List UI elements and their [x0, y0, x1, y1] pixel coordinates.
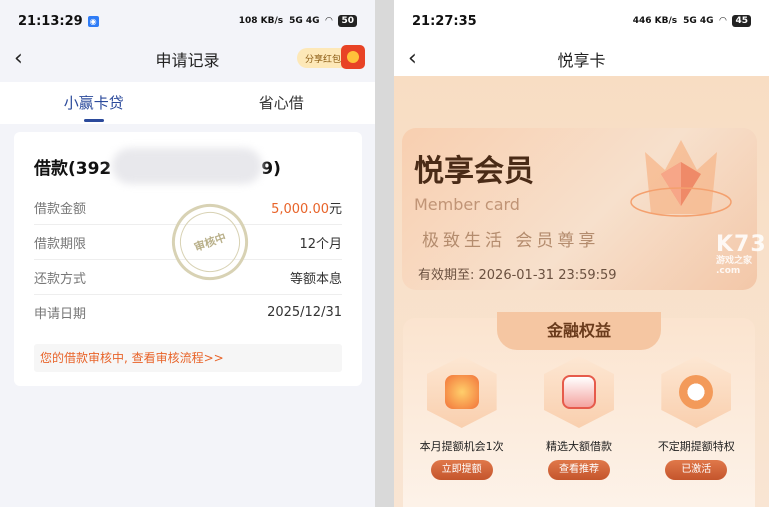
battery-icon: 45	[732, 15, 751, 27]
raise-limit-button[interactable]: 立即提额	[430, 460, 493, 480]
tab-shengxin-loan[interactable]: 省心借	[188, 82, 376, 124]
site-watermark: K73 游戏之家 .com	[716, 232, 767, 276]
benefit-label: 本月提额机会1次	[419, 440, 504, 453]
benefits-list: 本月提额机会1次 立即提额 精选大额借款 查看推荐 不定期提额特权 已激活	[403, 356, 755, 480]
gift-box-icon	[561, 375, 596, 409]
alarm-clock-icon	[679, 375, 714, 409]
benefit-label: 精选大额借款	[545, 440, 612, 453]
loan-records-screen: 21:13:29 ◉ 108 KB/s 5G 4G ◠ 50 ‹ 申请记录 分享…	[0, 0, 375, 507]
wifi-icon: ◠	[325, 16, 333, 26]
status-time: 21:27:35	[412, 13, 477, 29]
nav-bar: ‹ 悦享卡	[394, 42, 769, 76]
loan-title-prefix: 借款(392	[34, 159, 112, 179]
back-arrow-icon[interactable]: ‹	[14, 46, 23, 71]
member-card-screen: 21:27:35 446 KB/s 5G 4G ◠ 45 ‹ 悦享卡 悦享会员 …	[394, 0, 769, 507]
app-notification-icon: ◉	[87, 15, 99, 27]
detail-label: 借款金额	[34, 201, 87, 217]
back-arrow-icon[interactable]: ‹	[408, 46, 417, 71]
panel-title: 金融权益	[497, 312, 661, 350]
detail-label: 借款期限	[34, 236, 87, 252]
review-status-link[interactable]: 您的借款审核中, 查看审核流程>>	[34, 344, 342, 372]
member-title: 悦享会员	[414, 154, 534, 189]
status-time: 21:13:29	[18, 13, 83, 29]
network-type: 5G 4G	[289, 16, 320, 26]
loan-title-suffix: 9)	[261, 159, 281, 179]
financial-benefits-panel: 金融权益 本月提额机会1次 立即提额 精选大额借款 查看推荐 不定期提额特权 已…	[403, 312, 755, 507]
network-speed: 108 KB/s	[238, 16, 284, 26]
activated-button[interactable]: 已激活	[665, 460, 728, 480]
status-bar: 21:13:29 ◉ 108 KB/s 5G 4G ◠ 50	[0, 0, 375, 42]
member-slogan: 极致生活 会员尊享	[422, 231, 600, 251]
page-title: 悦享卡	[557, 51, 606, 70]
detail-label: 申请日期	[34, 307, 87, 322]
wifi-icon: ◠	[719, 16, 727, 26]
benefit-label: 不定期提额特权	[657, 440, 735, 453]
benefit-item-limit-increase: 本月提额机会1次 立即提额	[412, 356, 512, 480]
page-title: 申请记录	[155, 51, 220, 70]
share-red-packet-button[interactable]: 分享红包	[296, 45, 365, 69]
network-speed: 446 KB/s	[632, 16, 678, 26]
red-envelope-icon	[341, 45, 365, 69]
battery-icon: 50	[338, 15, 357, 27]
member-subtitle: Member card	[414, 195, 520, 214]
detail-value: 12个月	[299, 236, 342, 252]
redaction-blur	[112, 148, 262, 184]
benefit-item-large-loan: 精选大额借款 查看推荐	[529, 356, 629, 480]
tab-xiaoying-card-loan[interactable]: 小赢卡贷	[0, 82, 188, 124]
detail-value: 等额本息	[289, 271, 342, 287]
coin-stack-icon	[444, 375, 479, 409]
status-bar: 21:27:35 446 KB/s 5G 4G ◠ 45	[394, 0, 769, 42]
benefit-item-privilege: 不定期提额特权 已激活	[646, 356, 746, 480]
loan-record-card[interactable]: 借款(392 9) 借款金额 5,000.00元 借款期限 12个月 还款方式 等…	[14, 132, 362, 386]
nav-bar: ‹ 申请记录 分享红包	[0, 42, 375, 76]
view-recommendation-button[interactable]: 查看推荐	[547, 460, 610, 480]
share-label: 分享红包	[304, 54, 341, 65]
network-type: 5G 4G	[683, 16, 714, 26]
detail-row-date: 申请日期 2025/12/31	[34, 295, 342, 330]
loan-amount-value: 5,000.00元	[271, 201, 342, 217]
diamond-crown-icon	[630, 140, 732, 217]
detail-label: 还款方式	[34, 271, 87, 287]
member-card: 悦享会员 Member card 极致生活 会员尊享 有效期至: 2026-01…	[402, 128, 757, 290]
validity-date: 有效期至: 2026-01-31 23:59:59	[418, 268, 617, 283]
loan-title: 借款(392 9)	[34, 148, 342, 184]
product-tabs: 小赢卡贷 省心借	[0, 82, 375, 124]
detail-value: 2025/12/31	[267, 305, 342, 320]
